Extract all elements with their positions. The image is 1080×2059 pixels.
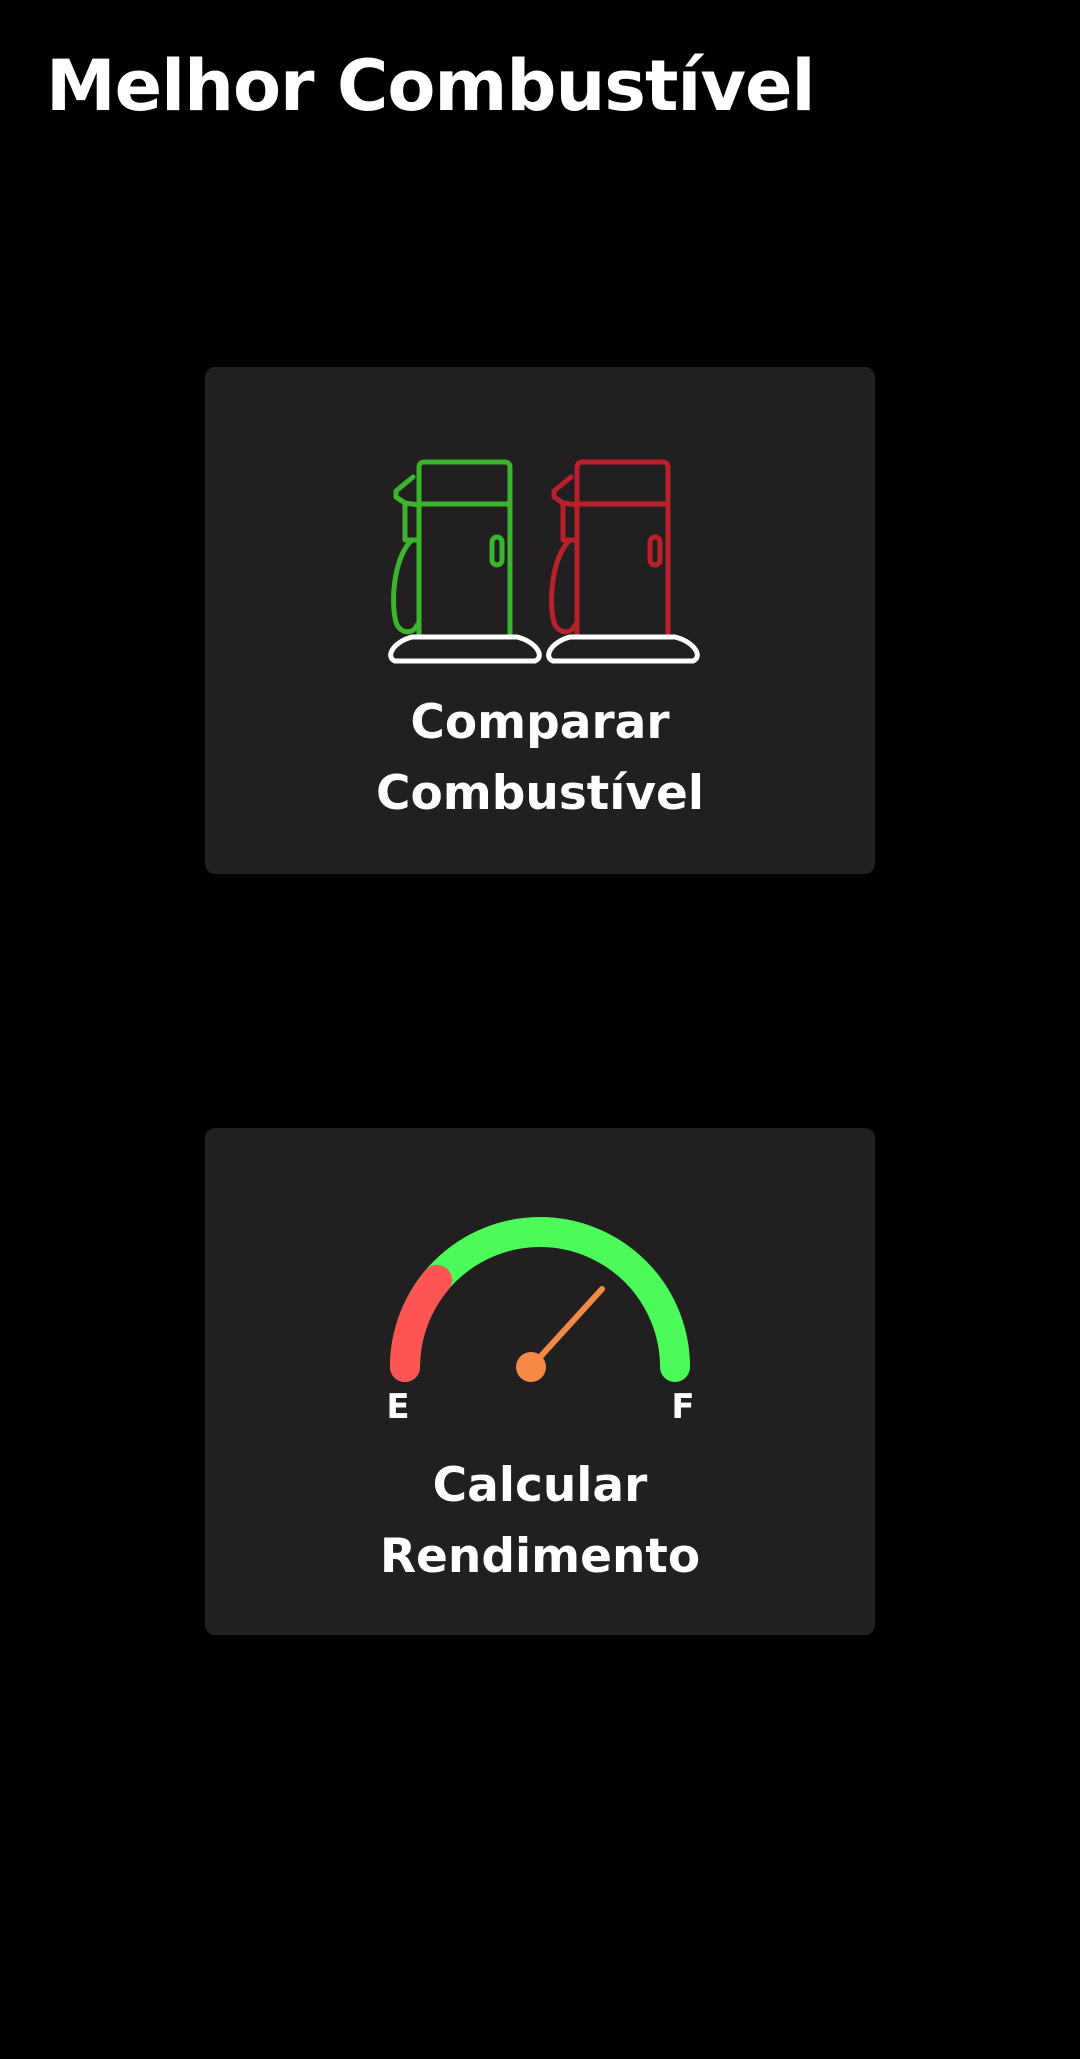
compare-fuel-button[interactable]: Comparar Combustível <box>205 367 875 874</box>
calculate-yield-label-line2: Rendimento <box>379 1529 701 1584</box>
calculate-yield-label: Calcular Rendimento <box>205 1450 875 1592</box>
compare-fuel-label-line1: Comparar <box>410 695 670 750</box>
calculate-yield-button[interactable]: E F Calcular Rendimento <box>205 1128 875 1635</box>
app-title: Melhor Combustível <box>46 45 816 127</box>
compare-fuel-label-line2: Combustível <box>375 766 705 821</box>
calculate-yield-label-line1: Calcular <box>432 1458 648 1513</box>
compare-fuel-label: Comparar Combustível <box>205 687 875 829</box>
gauge-empty-label: E <box>386 1387 409 1427</box>
gauge-full-label: F <box>671 1387 694 1427</box>
